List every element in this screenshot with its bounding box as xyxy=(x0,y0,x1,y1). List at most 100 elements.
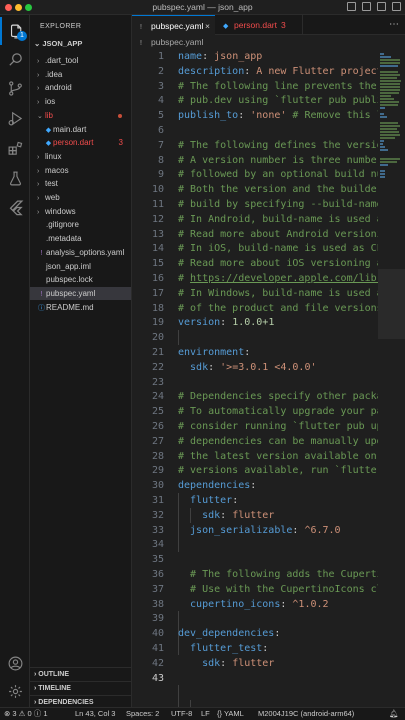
line-number: 2 xyxy=(157,65,164,77)
timeline-section[interactable]: › TIMELINE xyxy=(30,681,131,694)
tree-item-web[interactable]: › web xyxy=(30,191,131,204)
tree-item-macos[interactable]: › macos xyxy=(30,164,131,177)
code-line[interactable]: # In Android, build-name is used as vers… xyxy=(178,213,378,228)
minimap-line xyxy=(380,149,389,151)
code-token: # build by specifying --build-name and -… xyxy=(178,199,378,210)
code-line[interactable]: # A version number is three numbers sepa… xyxy=(178,154,378,169)
line-number: 29 xyxy=(151,465,164,477)
code-line[interactable]: cupertino_icons: ^1.0.2 xyxy=(178,598,329,613)
tree-item-readme-md[interactable]: ⓘREADME.md xyxy=(30,301,131,314)
code-line[interactable]: # Use with the CupertinoIcons class for … xyxy=(178,583,378,598)
testing-icon[interactable] xyxy=(0,164,30,192)
code-line[interactable]: # The following line prevents the packag… xyxy=(178,80,378,95)
line-number: 11 xyxy=(151,199,164,210)
outline-section[interactable]: › OUTLINE xyxy=(30,667,131,680)
extensions-icon[interactable] xyxy=(0,134,30,162)
tree-item-dart-tool[interactable]: › .dart_tool xyxy=(30,54,131,67)
code-line[interactable]: version: 1.0.0+1 xyxy=(178,316,274,331)
tree-item-idea[interactable]: › .idea xyxy=(30,68,131,81)
tree-item-lib[interactable]: ⌄ lib xyxy=(30,109,131,122)
tree-item-person-dart[interactable]: ◆ person.dart 3 xyxy=(30,136,131,149)
code-line[interactable]: # pub.dev using `flutter pub publish`. T… xyxy=(178,94,378,109)
code-line[interactable]: # versions available, run `flutter pub o… xyxy=(178,464,378,479)
code-line[interactable]: dev_dependencies: xyxy=(178,627,280,642)
language-mode[interactable]: {} YAML xyxy=(217,708,244,720)
code-line[interactable]: json_serializable: ^6.7.0 xyxy=(178,524,341,539)
settings-gear-icon[interactable] xyxy=(0,677,30,705)
code-editor[interactable]: 1 2 3 4 5 6 7 8 9 10 11 12 13 14 15 16 17 18 19 20 21 22 23 24 2… xyxy=(132,49,405,707)
tree-item-json-app-iml[interactable]: json_app.iml xyxy=(30,260,131,273)
close-tab-icon[interactable]: × xyxy=(205,16,210,36)
line-number: 19 xyxy=(151,317,164,329)
code-line[interactable]: # To automatically upgrade your package … xyxy=(178,405,378,420)
flutter-icon[interactable] xyxy=(0,193,30,221)
tree-item-gitignore[interactable]: .gitignore xyxy=(30,218,131,231)
minimap[interactable] xyxy=(378,49,405,269)
tab-pubspec-yaml[interactable]: ! pubspec.yaml × xyxy=(132,15,215,35)
code-line[interactable]: # consider running `flutter pub upgrade … xyxy=(178,420,378,435)
line-number: 7 xyxy=(157,139,164,151)
account-icon[interactable] xyxy=(0,649,30,677)
code-line[interactable]: flutter_test: xyxy=(178,642,268,657)
code-line[interactable]: # the latest version available on pub.de… xyxy=(178,450,378,465)
encoding-setting[interactable]: UTF-8 xyxy=(171,708,192,720)
code-token: # versions available, run `flutter pub o… xyxy=(178,465,378,477)
tree-item-main-dart[interactable]: ◆ main.dart xyxy=(30,123,131,136)
tree-item-test[interactable]: › test xyxy=(30,177,131,190)
tree-item-windows[interactable]: › windows xyxy=(30,205,131,218)
tree-item-metadata[interactable]: .metadata xyxy=(30,232,131,245)
code-line[interactable]: description: A new Flutter project. xyxy=(178,65,378,80)
toggle-secondary-sidebar-icon[interactable] xyxy=(377,2,386,11)
code-line[interactable]: sdk: flutter xyxy=(178,509,274,524)
more-actions-icon[interactable]: ⋯ xyxy=(383,15,405,35)
source-control-icon[interactable] xyxy=(0,74,30,102)
code-line[interactable]: flutter: xyxy=(178,494,238,509)
toggle-panel-icon[interactable] xyxy=(362,2,371,11)
tree-item-ios[interactable]: › ios xyxy=(30,95,131,108)
code-line[interactable]: # build by specifying --build-name and -… xyxy=(178,198,378,213)
code-line[interactable]: dependencies: xyxy=(178,479,256,494)
problems-indicator[interactable]: ⊗ 3 ⚠ 0 ⓘ 1 xyxy=(4,708,48,720)
indentation-setting[interactable]: Spaces: 2 xyxy=(126,708,159,720)
tree-item-linux[interactable]: › linux xyxy=(30,150,131,163)
code-line[interactable]: environment: xyxy=(178,346,250,361)
code-line[interactable]: # The following adds the Cupertino Icons… xyxy=(178,568,378,583)
search-icon[interactable] xyxy=(0,45,30,73)
code-line[interactable]: # dependencies can be manually updated b… xyxy=(178,435,378,450)
code-line[interactable]: sdk: '>=3.0.1 <4.0.0' xyxy=(178,361,316,376)
device-selector[interactable]: M2004J19C (android-arm64) xyxy=(258,708,354,720)
tab-person-dart[interactable]: ◆ person.dart 3 xyxy=(215,15,303,35)
code-line[interactable]: # In Windows, build-name is used as the … xyxy=(178,287,378,302)
code-line[interactable]: # Read more about iOS versioning at xyxy=(178,257,378,272)
tree-item-analysis-options-yaml[interactable]: ! analysis_options.yaml xyxy=(30,246,131,259)
code-line[interactable]: # https://developer.apple.com/library/ar… xyxy=(178,272,378,287)
dependencies-section[interactable]: › DEPENDENCIES xyxy=(30,695,131,707)
explorer-icon[interactable]: 1 xyxy=(0,17,30,45)
line-number: 13 xyxy=(151,228,164,240)
code-line[interactable]: # of the product and file versions while… xyxy=(178,302,378,317)
code-line[interactable]: publish_to: 'none' # Remove this line if… xyxy=(178,109,378,124)
code-token: '>=3.0.1 <4.0.0' xyxy=(220,361,317,373)
code-line[interactable]: # Read more about Android versioning at … xyxy=(178,228,378,243)
customize-layout-icon[interactable] xyxy=(392,2,401,11)
tree-item-pubspec-yaml[interactable]: ! pubspec.yaml xyxy=(30,286,131,300)
breadcrumb[interactable]: ! pubspec.yaml xyxy=(132,35,405,49)
code-line[interactable]: # In iOS, build-name is used as CFBundle… xyxy=(178,242,378,257)
code-token: json_app xyxy=(214,51,263,62)
tree-item-android[interactable]: › android xyxy=(30,81,131,94)
window-title: pubspec.yaml — json_app xyxy=(152,2,253,12)
code-area[interactable]: name: json_app description: A new Flutter… xyxy=(178,49,378,707)
cursor-position[interactable]: Ln 43, Col 3 xyxy=(75,708,115,720)
code-line[interactable]: # The following defines the version and … xyxy=(178,139,378,154)
code-line[interactable]: # Dependencies specify other packages th… xyxy=(178,390,378,405)
code-line[interactable]: # followed by an optional build number s… xyxy=(178,168,378,183)
code-line[interactable]: sdk: flutter xyxy=(178,657,274,672)
code-line[interactable]: # Both the version and the builder numbe… xyxy=(178,183,378,198)
eol-setting[interactable]: LF xyxy=(201,708,210,720)
toggle-sidebar-icon[interactable] xyxy=(347,2,356,11)
run-debug-icon[interactable] xyxy=(0,104,30,132)
tree-item-pubspec-lock[interactable]: pubspec.lock xyxy=(30,273,131,286)
notifications-bell-icon[interactable]: 🔔︎ xyxy=(389,708,399,720)
workspace-root[interactable]: ⌄ JSON_APP xyxy=(30,39,131,53)
code-line[interactable]: name: json_app xyxy=(178,50,262,65)
